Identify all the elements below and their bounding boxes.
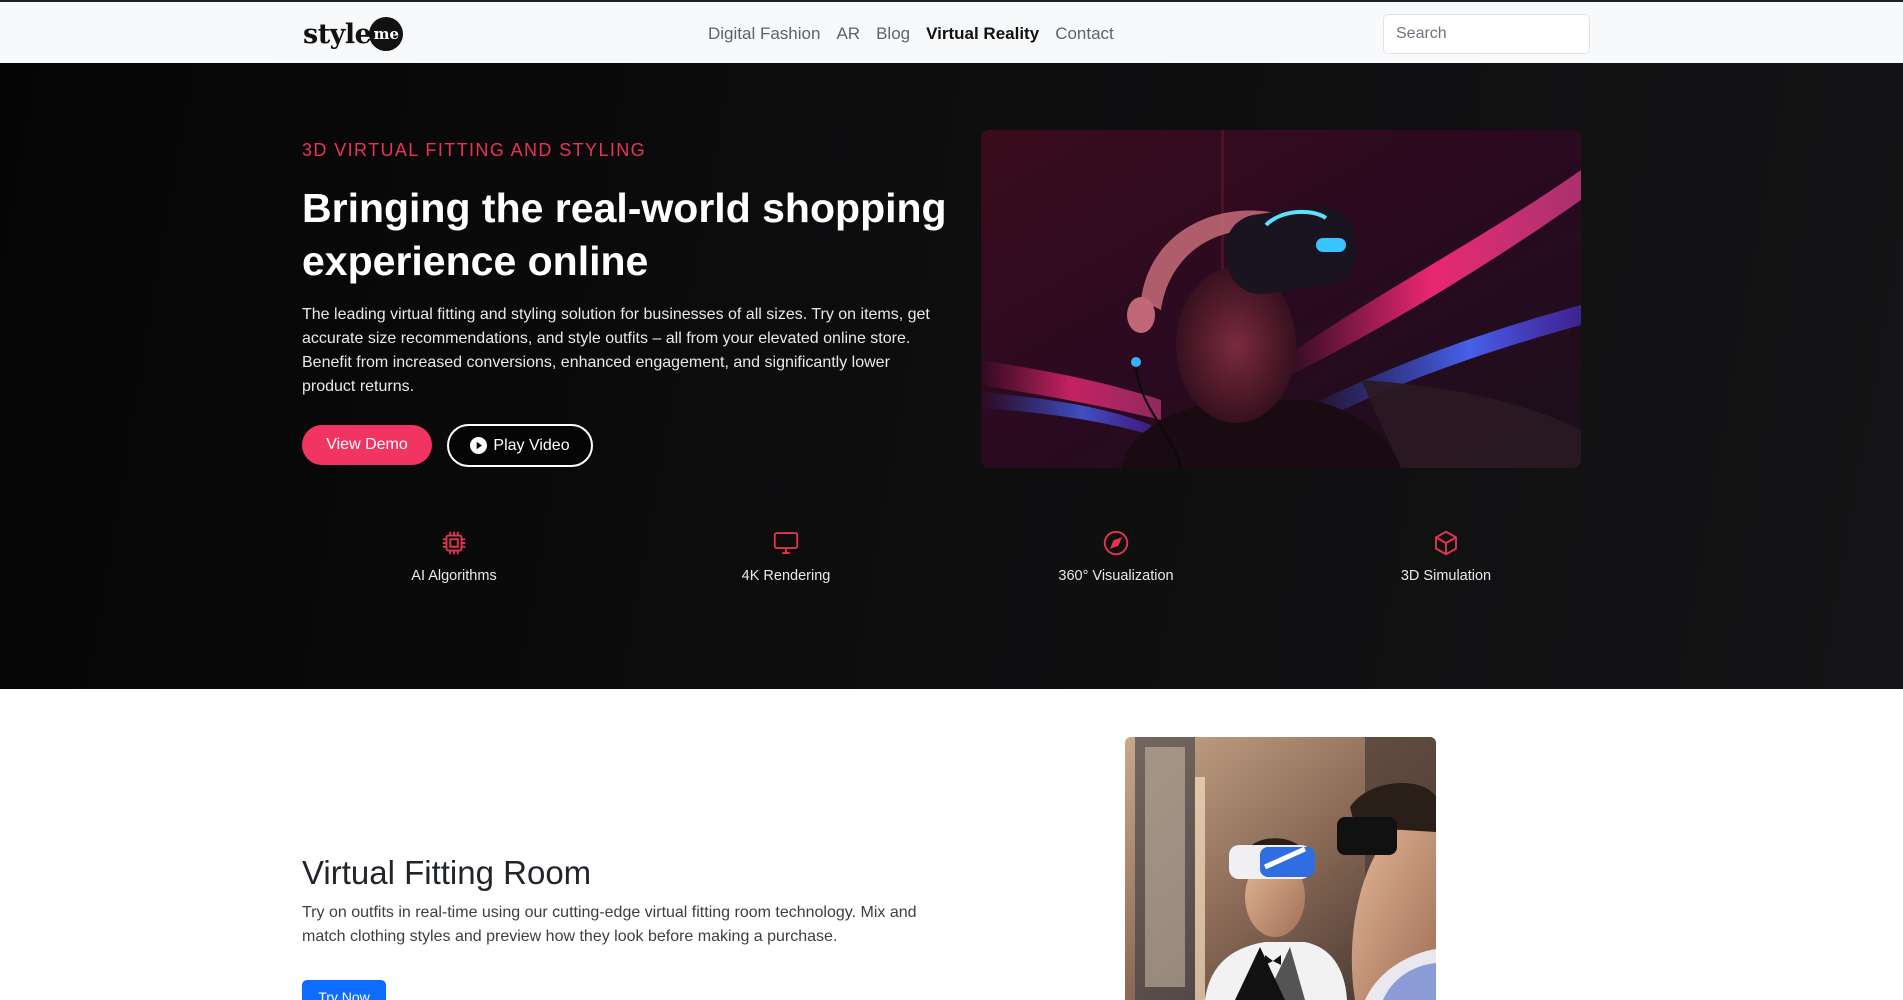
- cpu-icon: [442, 531, 466, 555]
- view-demo-button[interactable]: View Demo: [302, 425, 432, 465]
- feature-3d-simulation: 3D Simulation: [1346, 528, 1546, 584]
- feature-label: 4K Rendering: [741, 568, 831, 584]
- play-circle-icon: [470, 437, 488, 454]
- nav-link-digital-fashion[interactable]: Digital Fashion: [700, 22, 828, 46]
- feature-360-visualization: 360° Visualization: [1016, 528, 1216, 584]
- fitting-room-title: Virtual Fitting Room: [302, 854, 592, 891]
- play-video-button[interactable]: Play Video: [447, 424, 593, 467]
- logo-badge: me: [369, 17, 404, 51]
- feature-label: 360° Visualization: [1058, 568, 1174, 584]
- feature-label: AI Algorithms: [411, 568, 497, 584]
- fitting-room-photo: [1125, 737, 1436, 1000]
- compass-icon: [1103, 530, 1129, 556]
- try-now-button[interactable]: Try Now: [302, 980, 386, 1000]
- nav-link-ar[interactable]: AR: [828, 22, 868, 46]
- hero-section: 3D VIRTUAL FITTING AND STYLING Bringing …: [0, 63, 1903, 689]
- cube-icon: [1435, 530, 1457, 556]
- play-video-label: Play Video: [493, 436, 570, 454]
- fitting-room-description: Try on outfits in real-time using our cu…: [302, 904, 917, 945]
- feature-4k-rendering: 4K Rendering: [686, 528, 886, 584]
- nav-link-blog[interactable]: Blog: [868, 22, 918, 46]
- monitor-icon: [773, 532, 799, 554]
- search-input[interactable]: [1383, 14, 1590, 54]
- hero-eyebrow: 3D VIRTUAL FITTING AND STYLING: [302, 140, 647, 160]
- feature-ai-algorithms: AI Algorithms: [354, 528, 554, 584]
- hero-description: The leading virtual fitting and styling …: [302, 306, 930, 395]
- nav-link-contact[interactable]: Contact: [1047, 22, 1122, 46]
- feature-label: 3D Simulation: [1400, 568, 1492, 584]
- nav-link-virtual-reality[interactable]: Virtual Reality: [918, 22, 1047, 46]
- vr-headset-photo: [981, 130, 1581, 468]
- logo[interactable]: style me: [303, 16, 404, 52]
- hero-title: Bringing the real-world shopping experie…: [302, 185, 947, 284]
- navbar: style me Digital Fashion AR Blog Virtual…: [0, 0, 1903, 63]
- nav-links: Digital Fashion AR Blog Virtual Reality …: [700, 22, 1122, 46]
- logo-text: style: [303, 18, 372, 50]
